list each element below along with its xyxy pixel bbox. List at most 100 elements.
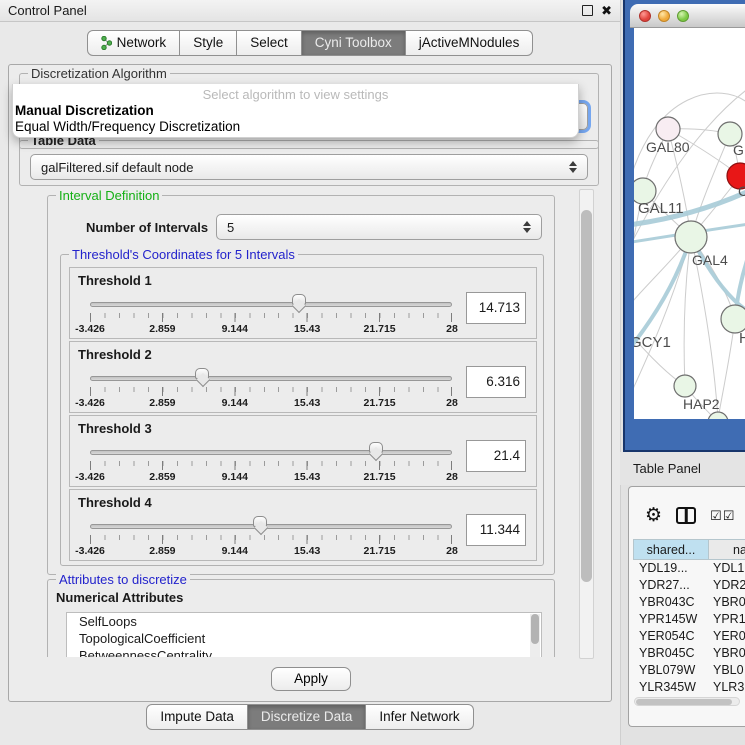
panel-title: Control Panel (8, 3, 87, 18)
table-data-combobox[interactable]: galFiltered.sif default node (30, 154, 588, 180)
gear-icon[interactable]: ⚙ (645, 506, 662, 525)
list-item[interactable]: BetweennessCentrality (67, 647, 541, 657)
node-partial-h (721, 305, 745, 333)
table-panel-bar: Table Panel (620, 452, 745, 485)
threshold-1-slider[interactable]: -3.426 2.859 9.144 15.43 21.715 28 (90, 294, 452, 336)
slider-ticks (90, 461, 452, 470)
table-row[interactable]: YDR27...YDR2 (633, 577, 745, 594)
network-icon (101, 36, 112, 50)
tab-discretize-data[interactable]: Discretize Data (248, 704, 367, 730)
tab-infer-network[interactable]: Infer Network (366, 704, 473, 730)
column-header-name[interactable]: na (709, 539, 745, 560)
network-window-titlebar (630, 4, 745, 28)
top-tab-bar: Network Style Select Cyni Toolbox jActiv… (0, 30, 620, 56)
tab-select[interactable]: Select (237, 30, 302, 56)
threshold-4-slider[interactable]: -3.426 2.859 9.144 15.43 21.715 28 (90, 516, 452, 558)
bottom-tab-bar: Impute Data Discretize Data Infer Networ… (0, 704, 620, 730)
table-panel: ⚙ ☑☑ shared... na YDL19...YDL1 YDR27...Y… (628, 486, 745, 727)
group-title: Threshold's Coordinates for 5 Intervals (69, 247, 298, 262)
network-graph: GAL80 G. C GAL11 GAL4 GCY1 H HAP2 (634, 28, 745, 419)
node-gal80 (656, 117, 680, 141)
table-horizontal-scrollbar-thumb[interactable] (636, 699, 732, 705)
slider-ticks (90, 313, 452, 322)
numerical-attributes-list[interactable]: SelfLoops TopologicalCoefficient Between… (66, 612, 542, 657)
settings-viewport: Interval Definition Number of Intervals … (19, 189, 559, 657)
threshold-1-value-field[interactable]: 14.713 (466, 292, 526, 324)
slider-thumb[interactable] (369, 442, 383, 459)
table-row[interactable]: YBR043CYBR0 (633, 594, 745, 611)
threshold-label: Threshold 2 (78, 347, 152, 362)
tab-network-label: Network (117, 31, 167, 55)
checkbox-icons[interactable]: ☑☑ (710, 509, 735, 522)
slider-thumb[interactable] (195, 368, 209, 385)
group-title: Attributes to discretize (56, 572, 190, 587)
zoom-traffic-icon[interactable] (677, 10, 689, 22)
node-label: HAP2 (683, 396, 720, 412)
threshold-4-value-field[interactable]: 11.344 (466, 514, 526, 546)
close-icon[interactable]: ✖ (601, 4, 612, 17)
slider-track[interactable] (90, 376, 452, 381)
list-scrollbar[interactable] (530, 614, 540, 657)
split-pane-icon[interactable] (676, 507, 696, 524)
table-row[interactable]: YPR145WYPR1 (633, 611, 745, 628)
threshold-3-value-field[interactable]: 21.4 (466, 440, 526, 472)
slider-tick-labels: -3.426 2.859 9.144 15.43 21.715 28 (90, 323, 452, 335)
threshold-3-box: Threshold 3 -3.426 2.859 9.144 15.43 21.… (69, 415, 537, 487)
node-bottom (708, 412, 728, 419)
interval-definition-group: Interval Definition Number of Intervals … (47, 195, 555, 575)
slider-track[interactable] (90, 524, 452, 529)
group-title: Interval Definition (56, 189, 162, 203)
close-traffic-icon[interactable] (639, 10, 651, 22)
table-row[interactable]: YBL079WYBL0 (633, 662, 745, 679)
threshold-2-box: Threshold 2 -3.426 2.859 9.144 15.43 21.… (69, 341, 537, 413)
table-horizontal-scrollbar[interactable] (634, 697, 740, 706)
slider-thumb[interactable] (292, 294, 306, 311)
table-data-group: Table Data galFiltered.sif default node (19, 140, 599, 186)
combo-stepper-icon (523, 221, 531, 233)
threshold-2-slider[interactable]: -3.426 2.859 9.144 15.43 21.715 28 (90, 368, 452, 410)
tab-network[interactable]: Network (87, 30, 181, 56)
float-window-icon[interactable] (582, 5, 593, 16)
apply-button[interactable]: Apply (271, 667, 351, 691)
slider-ticks (90, 387, 452, 396)
titlebar-icons: ✖ (582, 4, 612, 17)
threshold-2-value-field[interactable]: 6.316 (466, 366, 526, 398)
table-body[interactable]: YDL19...YDL1 YDR27...YDR2 YBR043CYBR0 YP… (633, 560, 745, 698)
threshold-label: Threshold 4 (78, 495, 152, 510)
table-data-combobox-value: galFiltered.sif default node (41, 160, 193, 175)
threshold-3-slider[interactable]: -3.426 2.859 9.144 15.43 21.715 28 (90, 442, 452, 484)
column-header-shared[interactable]: shared... (633, 539, 709, 560)
threshold-label: Threshold 1 (78, 273, 152, 288)
table-row[interactable]: YER054CYER0 (633, 628, 745, 645)
threshold-label: Threshold 3 (78, 421, 152, 436)
node-label: GAL11 (638, 200, 684, 217)
slider-track[interactable] (90, 302, 452, 307)
tab-jactivemnodules[interactable]: jActiveMNodules (406, 30, 534, 56)
list-item[interactable]: SelfLoops (67, 613, 541, 630)
table-header-row: shared... na (633, 539, 745, 560)
tab-impute-data[interactable]: Impute Data (146, 704, 248, 730)
slider-track[interactable] (90, 450, 452, 455)
table-row[interactable]: YLR345WYLR3 (633, 679, 745, 696)
combo-stepper-icon (569, 161, 577, 173)
table-row[interactable]: YBR045CYBR0 (633, 645, 745, 662)
node-label: C (738, 183, 745, 199)
algorithm-dropdown-popup: Select algorithm to view settings Manual… (12, 84, 579, 138)
number-of-intervals-combobox[interactable]: 5 (216, 214, 542, 240)
node-hap2 (674, 375, 696, 397)
cyni-content-panel: Discretization Algorithm Table Data galF… (8, 64, 612, 702)
table-row[interactable]: YDL19...YDL1 (633, 560, 745, 577)
network-canvas[interactable]: GAL80 G. C GAL11 GAL4 GCY1 H HAP2 (634, 28, 745, 419)
tab-style[interactable]: Style (180, 30, 237, 56)
tab-cyni-toolbox[interactable]: Cyni Toolbox (302, 30, 406, 56)
node-label: GAL80 (646, 139, 690, 155)
minimize-traffic-icon[interactable] (658, 10, 670, 22)
settings-scrollbar[interactable] (579, 189, 594, 659)
list-item[interactable]: TopologicalCoefficient (67, 630, 541, 647)
threshold-coordinates-group: Threshold's Coordinates for 5 Intervals … (60, 254, 544, 566)
slider-thumb[interactable] (253, 516, 267, 533)
menu-item-manual-discretization[interactable]: Manual Discretization (15, 103, 154, 118)
settings-scrollbar-thumb[interactable] (581, 210, 592, 582)
menu-item-equal-width-frequency[interactable]: Equal Width/Frequency Discretization (15, 119, 240, 134)
slider-tick-labels: -3.426 2.859 9.144 15.43 21.715 28 (90, 397, 452, 409)
